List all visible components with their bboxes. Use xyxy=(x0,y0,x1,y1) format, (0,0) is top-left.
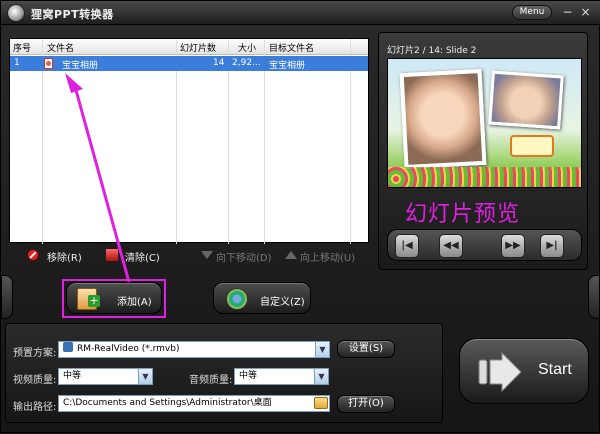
flower-border xyxy=(388,167,581,187)
menu-button[interactable]: Menu xyxy=(512,5,552,20)
move-up-icon xyxy=(285,251,297,259)
next-slide-button[interactable]: ▶▶ xyxy=(501,234,525,258)
ppt-file-icon xyxy=(44,58,53,69)
baby-photo-large xyxy=(399,68,487,170)
slide-preview-image xyxy=(387,58,582,188)
remove-icon[interactable] xyxy=(27,249,39,261)
row-filename: 宝宝相册 xyxy=(62,61,99,71)
preset-value: RM-RealVideo (*.rmvb) xyxy=(77,344,180,354)
rewind-icon: ◀◀ xyxy=(443,240,459,251)
move-up-button[interactable]: 向上移动(U) xyxy=(300,249,355,264)
decorative-sign xyxy=(510,135,554,157)
video-quality-label: 视频质量: xyxy=(13,375,57,386)
preview-annotation: 幻灯片预览 xyxy=(405,202,521,227)
window-title: 狸窝PPT转换器 xyxy=(31,8,114,21)
clear-button[interactable]: 清除(C) xyxy=(125,249,160,264)
first-slide-button[interactable]: |◀ xyxy=(395,234,419,258)
realmedia-icon xyxy=(63,342,73,352)
video-quality-select[interactable]: 中等 ▼ xyxy=(58,368,153,385)
column-header-filename[interactable]: 文件名 xyxy=(47,41,74,54)
tools-icon xyxy=(226,288,248,310)
slide-counter: 幻灯片2 / 14: Slide 2 xyxy=(387,46,477,56)
app-window: 狸窝PPT转换器 Menu − × 序号 文件名 幻灯片数 大小 目标文件名 1… xyxy=(0,0,600,433)
open-button[interactable]: 打开(O) xyxy=(337,395,395,413)
custom-button[interactable]: 自定义(Z) xyxy=(213,282,311,314)
audio-quality-label: 音频质量: xyxy=(189,375,233,386)
column-header-index[interactable]: 序号 xyxy=(13,41,31,54)
list-toolbar: 移除(R) 清除(C) 向下移动(D) 向上移动(U) xyxy=(9,245,369,267)
skip-back-icon: |◀ xyxy=(401,240,413,251)
column-header-target[interactable]: 目标文件名 xyxy=(269,41,314,54)
app-logo-icon xyxy=(7,4,25,22)
close-button[interactable]: × xyxy=(577,4,594,21)
table-row[interactable]: 1 宝宝相册 14 2,92... 宝宝相册 xyxy=(10,56,368,71)
start-arrow-icon xyxy=(478,352,522,392)
start-button[interactable]: Start xyxy=(459,338,589,404)
column-header-slides[interactable]: 幻灯片数 xyxy=(180,41,216,54)
output-path-field[interactable]: C:\Documents and Settings\Administrator\… xyxy=(58,395,330,412)
start-button-label: Start xyxy=(538,361,572,378)
move-down-icon xyxy=(201,251,213,259)
menu-button-label: Menu xyxy=(519,7,545,17)
right-edge-decoration xyxy=(588,275,600,319)
audio-quality-select[interactable]: 中等 ▼ xyxy=(234,368,329,385)
chevron-down-icon[interactable]: ▼ xyxy=(315,342,329,357)
title-bar: 狸窝PPT转换器 Menu − × xyxy=(1,1,600,25)
output-path-value: C:\Documents and Settings\Administrator\… xyxy=(63,398,272,408)
minimize-button[interactable]: − xyxy=(559,4,576,21)
preset-label: 预置方案: xyxy=(13,348,57,359)
fast-forward-icon: ▶▶ xyxy=(505,240,521,251)
custom-button-label: 自定义(Z) xyxy=(260,297,305,308)
row-index: 1 xyxy=(14,58,20,68)
preset-select[interactable]: RM-RealVideo (*.rmvb) ▼ xyxy=(58,341,330,358)
prev-slide-button[interactable]: ◀◀ xyxy=(439,234,463,258)
row-slides: 14 xyxy=(213,58,225,68)
folder-icon[interactable] xyxy=(314,397,328,409)
remove-button[interactable]: 移除(R) xyxy=(47,249,82,264)
output-path-label: 输出路径: xyxy=(13,402,57,413)
annotation-highlight-box xyxy=(62,279,166,318)
file-list[interactable]: 序号 文件名 幻灯片数 大小 目标文件名 1 宝宝相册 14 2,92... 宝… xyxy=(9,38,369,244)
left-edge-decoration xyxy=(1,275,13,319)
clear-icon[interactable] xyxy=(106,249,118,261)
chevron-down-icon[interactable]: ▼ xyxy=(314,369,328,384)
audio-quality-value: 中等 xyxy=(239,371,258,381)
chevron-down-icon[interactable]: ▼ xyxy=(138,369,152,384)
skip-forward-icon: ▶| xyxy=(546,240,558,251)
file-list-header: 序号 文件名 幻灯片数 大小 目标文件名 xyxy=(10,39,368,55)
row-target: 宝宝相册 xyxy=(269,61,306,71)
move-down-button[interactable]: 向下移动(D) xyxy=(216,249,272,264)
video-quality-value: 中等 xyxy=(63,371,82,381)
settings-button[interactable]: 设置(S) xyxy=(337,340,395,358)
row-size: 2,92... xyxy=(232,58,261,68)
column-header-size[interactable]: 大小 xyxy=(238,41,256,54)
baby-photo-small xyxy=(488,70,564,130)
last-slide-button[interactable]: ▶| xyxy=(540,234,564,258)
